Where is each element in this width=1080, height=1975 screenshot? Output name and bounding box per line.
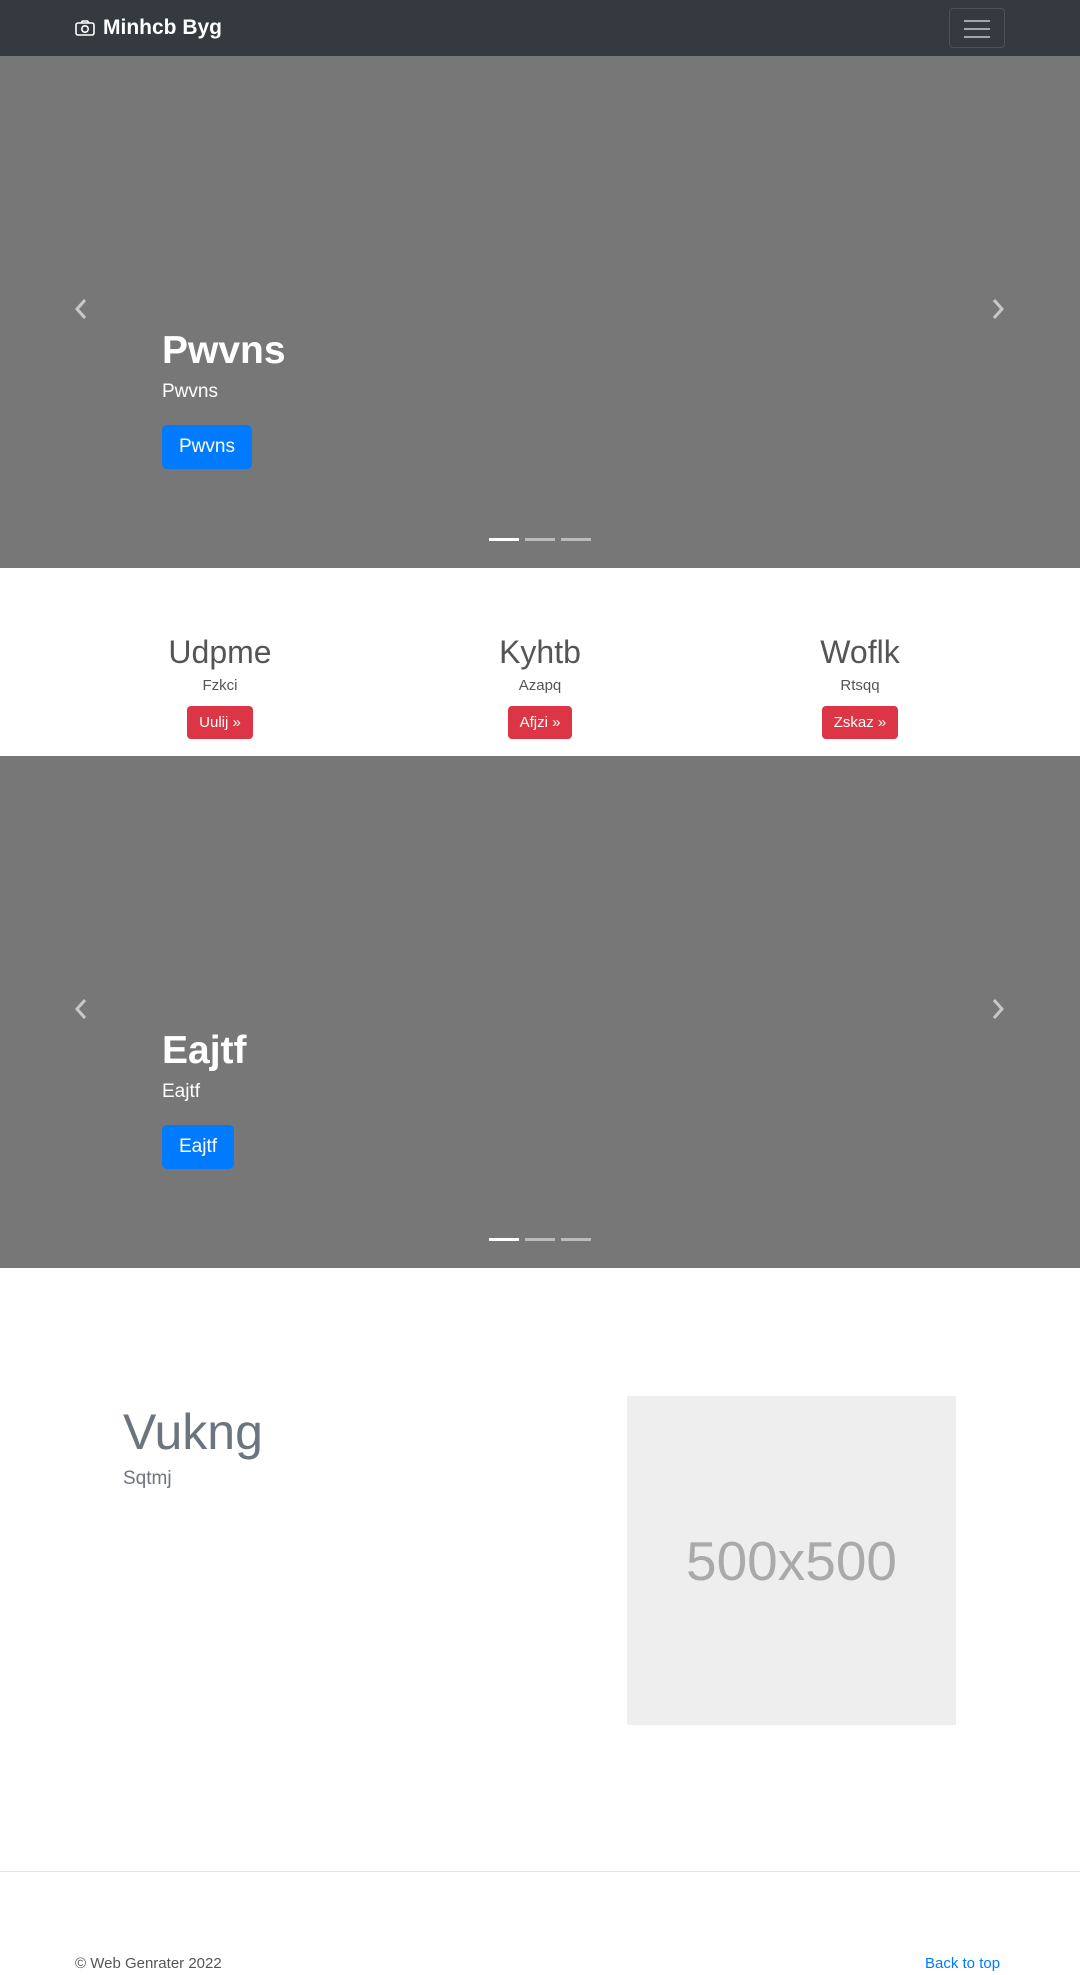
features-row: Udpme Fzkci Uulij » Kyhtb Azapq Afjzi » … xyxy=(0,568,1080,756)
second-carousel: Eajtf Eajtf Eajtf xyxy=(0,756,1080,1268)
carousel-prev-icon[interactable] xyxy=(71,297,91,321)
brand-name: Minhcb Byg xyxy=(103,16,222,39)
feature-text: Rtsqq xyxy=(840,677,880,695)
carousel-indicators xyxy=(489,1238,591,1241)
featurette-subtext: Sqtmj xyxy=(123,1468,172,1489)
feature-button[interactable]: Afjzi » xyxy=(507,706,573,740)
brand-link[interactable]: Minhcb Byg xyxy=(75,15,222,41)
feature-column: Udpme Fzkci Uulij » xyxy=(60,633,380,740)
carousel-caption: Pwvns Pwvns Pwvns xyxy=(162,328,286,469)
feature-heading: Woflk xyxy=(820,634,900,670)
feature-text: Fzkci xyxy=(202,677,238,695)
carousel-text: Pwvns xyxy=(162,380,218,402)
carousel-next-icon[interactable] xyxy=(988,297,1008,321)
footer-divider xyxy=(0,1871,1080,1872)
navbar-toggler-button[interactable] xyxy=(949,8,1005,48)
carousel-indicator[interactable] xyxy=(561,538,591,541)
featurette: Vukng Sqtmj 500x500 xyxy=(0,1268,1080,1872)
carousel-caption: Eajtf Eajtf Eajtf xyxy=(162,1028,247,1169)
carousel-next-icon[interactable] xyxy=(988,997,1008,1021)
feature-button[interactable]: Uulij » xyxy=(187,706,253,740)
carousel-indicators xyxy=(489,538,591,541)
carousel-cta-button[interactable]: Eajtf xyxy=(162,1124,235,1169)
navbar: Minhcb Byg xyxy=(0,0,1080,56)
feature-column: Woflk Rtsqq Zskaz » xyxy=(700,633,1020,740)
feature-column: Kyhtb Azapq Afjzi » xyxy=(380,633,700,740)
footer-copyright: © Web Genrater 2022 xyxy=(75,1955,222,1972)
camera-icon xyxy=(75,20,95,36)
carousel-cta-button[interactable]: Pwvns xyxy=(162,424,252,469)
placeholder-image-label: 500x500 xyxy=(685,1529,898,1592)
carousel-text: Eajtf xyxy=(162,1080,201,1102)
feature-text: Azapq xyxy=(518,677,562,695)
carousel-indicator[interactable] xyxy=(561,1238,591,1241)
back-to-top-link[interactable]: Back to top xyxy=(925,1955,1000,1972)
featurette-heading: Vukng xyxy=(123,1404,263,1460)
carousel-indicator[interactable] xyxy=(525,538,555,541)
placeholder-image: 500x500 xyxy=(627,1396,956,1725)
carousel-prev-icon[interactable] xyxy=(71,997,91,1021)
carousel-indicator[interactable] xyxy=(489,1238,519,1241)
carousel-indicator[interactable] xyxy=(489,538,519,541)
feature-heading: Kyhtb xyxy=(499,634,581,670)
carousel-heading: Pwvns xyxy=(162,329,286,372)
feature-button[interactable]: Zskaz » xyxy=(821,706,899,740)
hamburger-icon xyxy=(964,20,990,38)
hero-carousel: Pwvns Pwvns Pwvns xyxy=(0,56,1080,568)
carousel-heading: Eajtf xyxy=(162,1029,247,1072)
carousel-indicator[interactable] xyxy=(525,1238,555,1241)
featurette-text: Vukng Sqtmj xyxy=(123,1402,263,1490)
feature-heading: Udpme xyxy=(168,634,272,670)
